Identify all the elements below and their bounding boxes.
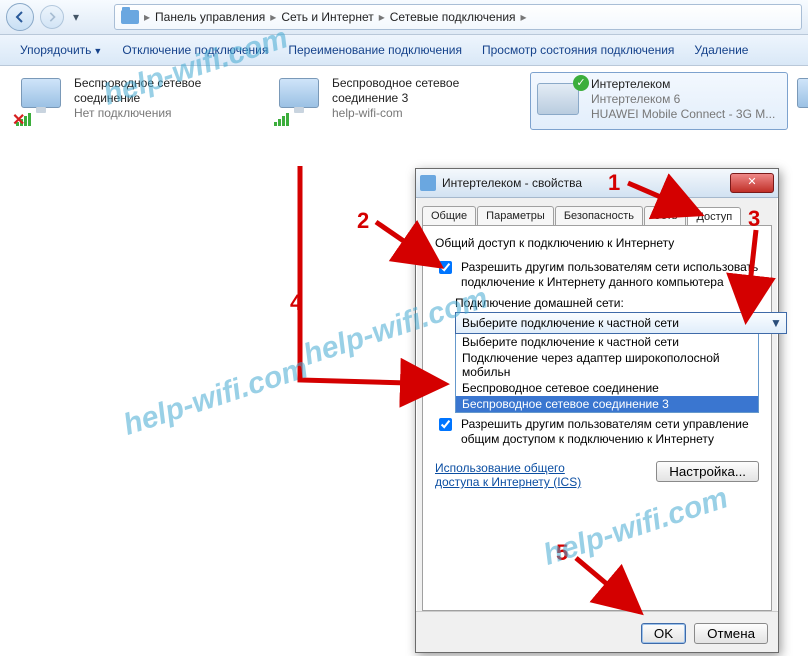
properties-dialog: Интертелеком - свойства ✕ Общие Параметр… (415, 168, 779, 653)
breadcrumb[interactable]: ▸ Панель управления ▸ Сеть и Интернет ▸ … (114, 4, 802, 30)
tab-security[interactable]: Безопасность (555, 206, 643, 225)
allow-control-checkbox[interactable] (439, 418, 452, 431)
dialog-title: Интертелеком - свойства (442, 176, 730, 190)
connection-wireless-1[interactable]: ✕ Беспроводное сетевое соединение Нет по… (14, 74, 272, 126)
allow-sharing-checkbox[interactable] (439, 261, 452, 274)
connection-line2: Интертелеком 6 (591, 92, 775, 107)
ok-button[interactable]: OK (641, 623, 686, 644)
settings-button[interactable]: Настройка... (656, 461, 759, 482)
toolbar-rename[interactable]: Переименование подключения (280, 39, 470, 61)
connection-intertelecom[interactable]: ✓ Интертелеком Интертелеком 6 HUAWEI Mob… (530, 72, 788, 130)
connection-status: help-wifi-com (332, 106, 526, 121)
connection-icon (794, 76, 808, 124)
allow-control-label: Разрешить другим пользователям сети упра… (461, 417, 759, 447)
tab-network[interactable]: Сеть (644, 206, 686, 225)
dialog-tabs: Общие Параметры Безопасность Сеть Доступ (422, 206, 772, 225)
chevron-down-icon: ▼ (768, 315, 784, 331)
connection-partial[interactable] (790, 74, 808, 126)
combo-dropdown-list: Выберите подключение к частной сети Подк… (455, 334, 759, 413)
tab-access[interactable]: Доступ (687, 207, 741, 226)
crumb-control-panel[interactable]: Панель управления (155, 10, 265, 24)
connection-icon (276, 76, 324, 124)
nav-back-button[interactable] (6, 3, 34, 31)
connection-line3: HUAWEI Mobile Connect - 3G M... (591, 107, 775, 122)
address-bar: ▾ ▸ Панель управления ▸ Сеть и Интернет … (0, 0, 808, 35)
connection-status: Нет подключения (74, 106, 268, 121)
nav-forward-button[interactable] (40, 5, 64, 29)
dialog-footer: OK Отмена (416, 611, 778, 652)
connection-title: Беспроводное сетевое соединение 3 (332, 76, 526, 106)
home-network-label: Подключение домашней сети: (455, 296, 759, 310)
combo-option[interactable]: Беспроводное сетевое соединение (456, 380, 758, 396)
cancel-button[interactable]: Отмена (694, 623, 768, 644)
tab-body: Общий доступ к подключению к Интернету Р… (422, 225, 772, 611)
home-network-combo[interactable]: Выберите подключение к частной сети ▼ (455, 312, 787, 334)
tab-general[interactable]: Общие (422, 206, 476, 225)
combo-option[interactable]: Подключение через адаптер широкополосной… (456, 350, 758, 380)
close-button[interactable]: ✕ (730, 173, 774, 193)
toolbar: Упорядочить▼ Отключение подключения Пере… (0, 35, 808, 66)
connection-wireless-3[interactable]: Беспроводное сетевое соединение 3 help-w… (272, 74, 530, 126)
combo-option-selected[interactable]: Беспроводное сетевое соединение 3 (456, 396, 758, 412)
allow-sharing-label: Разрешить другим пользователям сети испо… (461, 260, 759, 290)
connection-title: Интертелеком (591, 77, 775, 92)
disconnected-x-icon: ✕ (12, 114, 26, 128)
crumb-network-internet[interactable]: Сеть и Интернет (281, 10, 373, 24)
nav-history-dropdown[interactable]: ▾ (70, 6, 82, 28)
toolbar-organize[interactable]: Упорядочить▼ (12, 39, 110, 61)
combo-option[interactable]: Выберите подключение к частной сети (456, 334, 758, 350)
folder-icon (121, 10, 139, 24)
connection-icon: ✕ (18, 76, 66, 124)
ics-help-link[interactable]: Использование общего доступа к Интернету… (435, 461, 605, 489)
modem-icon: ✓ (535, 77, 583, 125)
toolbar-status[interactable]: Просмотр состояния подключения (474, 39, 682, 61)
section-title: Общий доступ к подключению к Интернету (435, 236, 759, 250)
crumb-network-connections[interactable]: Сетевые подключения (390, 10, 516, 24)
tab-params[interactable]: Параметры (477, 206, 554, 225)
dialog-title-icon (420, 175, 436, 191)
connection-title: Беспроводное сетевое соединение (74, 76, 268, 106)
dialog-titlebar[interactable]: Интертелеком - свойства ✕ (416, 169, 778, 198)
toolbar-delete[interactable]: Удаление (686, 39, 756, 61)
combo-selected-text: Выберите подключение к частной сети (462, 316, 679, 330)
connected-check-icon: ✓ (573, 75, 589, 91)
toolbar-disable[interactable]: Отключение подключения (114, 39, 276, 61)
